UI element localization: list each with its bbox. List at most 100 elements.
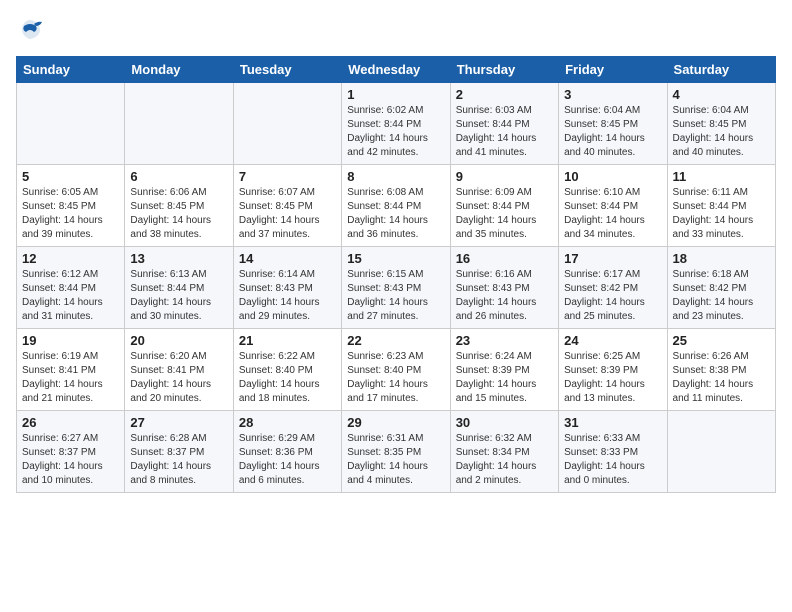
day-number: 3 [564, 87, 661, 102]
calendar-cell: 3 Sunrise: 6:04 AM Sunset: 8:45 PM Daylig… [559, 83, 667, 165]
day-number: 8 [347, 169, 444, 184]
day-info: Sunrise: 6:24 AM Sunset: 8:39 PM Dayligh… [456, 350, 553, 406]
calendar-cell: 5 Sunrise: 6:05 AM Sunset: 8:45 PM Daylig… [17, 165, 125, 247]
day-number: 9 [456, 169, 553, 184]
calendar-cell: 23 Sunrise: 6:24 AM Sunset: 8:39 PM Dayli… [450, 329, 558, 411]
logo-bird-icon [16, 16, 44, 44]
calendar-cell: 29 Sunrise: 6:31 AM Sunset: 8:35 PM Dayli… [342, 411, 450, 493]
day-number: 27 [130, 415, 227, 430]
day-info: Sunrise: 6:33 AM Sunset: 8:33 PM Dayligh… [564, 432, 661, 488]
calendar-cell [667, 411, 775, 493]
day-info: Sunrise: 6:09 AM Sunset: 8:44 PM Dayligh… [456, 186, 553, 242]
day-number: 18 [673, 251, 770, 266]
day-number: 6 [130, 169, 227, 184]
day-info: Sunrise: 6:05 AM Sunset: 8:45 PM Dayligh… [22, 186, 119, 242]
calendar-cell: 19 Sunrise: 6:19 AM Sunset: 8:41 PM Dayli… [17, 329, 125, 411]
day-number: 25 [673, 333, 770, 348]
calendar-cell: 16 Sunrise: 6:16 AM Sunset: 8:43 PM Dayli… [450, 247, 558, 329]
calendar-cell: 8 Sunrise: 6:08 AM Sunset: 8:44 PM Daylig… [342, 165, 450, 247]
day-info: Sunrise: 6:31 AM Sunset: 8:35 PM Dayligh… [347, 432, 444, 488]
logo [16, 16, 48, 44]
day-number: 20 [130, 333, 227, 348]
day-info: Sunrise: 6:20 AM Sunset: 8:41 PM Dayligh… [130, 350, 227, 406]
day-number: 5 [22, 169, 119, 184]
calendar-cell: 13Sunrise: 6:13 AM Sunset: 8:44 PM Dayli… [125, 247, 233, 329]
day-info: Sunrise: 6:03 AM Sunset: 8:44 PM Dayligh… [456, 104, 553, 160]
day-number: 24 [564, 333, 661, 348]
calendar-week-row: 1Sunrise: 6:02 AM Sunset: 8:44 PM Daylig… [17, 83, 776, 165]
day-number: 2 [456, 87, 553, 102]
calendar-cell: 11 Sunrise: 6:11 AM Sunset: 8:44 PM Dayli… [667, 165, 775, 247]
day-number: 16 [456, 251, 553, 266]
calendar-cell: 18 Sunrise: 6:18 AM Sunset: 8:42 PM Dayli… [667, 247, 775, 329]
day-number: 10 [564, 169, 661, 184]
day-number: 15 [347, 251, 444, 266]
day-info: Sunrise: 6:04 AM Sunset: 8:45 PM Dayligh… [673, 104, 770, 160]
day-number: 12 [22, 251, 119, 266]
calendar-cell: 25 Sunrise: 6:26 AM Sunset: 8:38 PM Dayli… [667, 329, 775, 411]
page-header [16, 16, 776, 44]
calendar-cell [125, 83, 233, 165]
calendar-cell [17, 83, 125, 165]
day-info: Sunrise: 6:11 AM Sunset: 8:44 PM Dayligh… [673, 186, 770, 242]
day-number: 29 [347, 415, 444, 430]
day-number: 4 [673, 87, 770, 102]
day-info: Sunrise: 6:07 AM Sunset: 8:45 PM Dayligh… [239, 186, 336, 242]
day-info: Sunrise: 6:04 AM Sunset: 8:45 PM Dayligh… [564, 104, 661, 160]
calendar-cell: 26 Sunrise: 6:27 AM Sunset: 8:37 PM Dayli… [17, 411, 125, 493]
day-info: Sunrise: 6:29 AM Sunset: 8:36 PM Dayligh… [239, 432, 336, 488]
day-info: Sunrise: 6:08 AM Sunset: 8:44 PM Dayligh… [347, 186, 444, 242]
day-info: Sunrise: 6:27 AM Sunset: 8:37 PM Dayligh… [22, 432, 119, 488]
calendar-cell: 6 Sunrise: 6:06 AM Sunset: 8:45 PM Daylig… [125, 165, 233, 247]
day-number: 17 [564, 251, 661, 266]
calendar-cell: 21 Sunrise: 6:22 AM Sunset: 8:40 PM Dayli… [233, 329, 341, 411]
calendar-cell: 7Sunrise: 6:07 AM Sunset: 8:45 PM Daylig… [233, 165, 341, 247]
weekday-header-wednesday: Wednesday [342, 57, 450, 83]
day-info: Sunrise: 6:19 AM Sunset: 8:41 PM Dayligh… [22, 350, 119, 406]
day-info: Sunrise: 6:32 AM Sunset: 8:34 PM Dayligh… [456, 432, 553, 488]
calendar-cell: 14Sunrise: 6:14 AM Sunset: 8:43 PM Dayli… [233, 247, 341, 329]
day-number: 23 [456, 333, 553, 348]
weekday-header-saturday: Saturday [667, 57, 775, 83]
day-info: Sunrise: 6:17 AM Sunset: 8:42 PM Dayligh… [564, 268, 661, 324]
calendar-week-row: 26 Sunrise: 6:27 AM Sunset: 8:37 PM Dayli… [17, 411, 776, 493]
calendar-cell: 10 Sunrise: 6:10 AM Sunset: 8:44 PM Dayli… [559, 165, 667, 247]
calendar-cell: 9 Sunrise: 6:09 AM Sunset: 8:44 PM Daylig… [450, 165, 558, 247]
calendar-cell: 1Sunrise: 6:02 AM Sunset: 8:44 PM Daylig… [342, 83, 450, 165]
day-info: Sunrise: 6:25 AM Sunset: 8:39 PM Dayligh… [564, 350, 661, 406]
day-number: 31 [564, 415, 661, 430]
calendar-week-row: 5 Sunrise: 6:05 AM Sunset: 8:45 PM Daylig… [17, 165, 776, 247]
day-info: Sunrise: 6:14 AM Sunset: 8:43 PM Dayligh… [239, 268, 336, 324]
day-number: 11 [673, 169, 770, 184]
day-number: 26 [22, 415, 119, 430]
day-info: Sunrise: 6:18 AM Sunset: 8:42 PM Dayligh… [673, 268, 770, 324]
calendar-cell: 31 Sunrise: 6:33 AM Sunset: 8:33 PM Dayli… [559, 411, 667, 493]
day-info: Sunrise: 6:10 AM Sunset: 8:44 PM Dayligh… [564, 186, 661, 242]
weekday-header-friday: Friday [559, 57, 667, 83]
calendar-cell: 17 Sunrise: 6:17 AM Sunset: 8:42 PM Dayli… [559, 247, 667, 329]
day-info: Sunrise: 6:12 AM Sunset: 8:44 PM Dayligh… [22, 268, 119, 324]
calendar-cell: 12 Sunrise: 6:12 AM Sunset: 8:44 PM Dayli… [17, 247, 125, 329]
day-info: Sunrise: 6:16 AM Sunset: 8:43 PM Dayligh… [456, 268, 553, 324]
calendar-week-row: 19 Sunrise: 6:19 AM Sunset: 8:41 PM Dayli… [17, 329, 776, 411]
day-info: Sunrise: 6:02 AM Sunset: 8:44 PM Dayligh… [347, 104, 444, 160]
day-info: Sunrise: 6:06 AM Sunset: 8:45 PM Dayligh… [130, 186, 227, 242]
calendar-cell: 22 Sunrise: 6:23 AM Sunset: 8:40 PM Dayli… [342, 329, 450, 411]
day-info: Sunrise: 6:22 AM Sunset: 8:40 PM Dayligh… [239, 350, 336, 406]
calendar-header-row: SundayMondayTuesdayWednesdayThursdayFrid… [17, 57, 776, 83]
day-number: 30 [456, 415, 553, 430]
calendar-cell: 15Sunrise: 6:15 AM Sunset: 8:43 PM Dayli… [342, 247, 450, 329]
calendar-table: SundayMondayTuesdayWednesdayThursdayFrid… [16, 56, 776, 493]
day-info: Sunrise: 6:28 AM Sunset: 8:37 PM Dayligh… [130, 432, 227, 488]
day-number: 22 [347, 333, 444, 348]
day-number: 28 [239, 415, 336, 430]
day-number: 21 [239, 333, 336, 348]
day-info: Sunrise: 6:26 AM Sunset: 8:38 PM Dayligh… [673, 350, 770, 406]
weekday-header-tuesday: Tuesday [233, 57, 341, 83]
calendar-cell: 2 Sunrise: 6:03 AM Sunset: 8:44 PM Daylig… [450, 83, 558, 165]
calendar-cell: 20 Sunrise: 6:20 AM Sunset: 8:41 PM Dayli… [125, 329, 233, 411]
day-number: 19 [22, 333, 119, 348]
calendar-cell: 4 Sunrise: 6:04 AM Sunset: 8:45 PM Daylig… [667, 83, 775, 165]
day-info: Sunrise: 6:23 AM Sunset: 8:40 PM Dayligh… [347, 350, 444, 406]
weekday-header-thursday: Thursday [450, 57, 558, 83]
